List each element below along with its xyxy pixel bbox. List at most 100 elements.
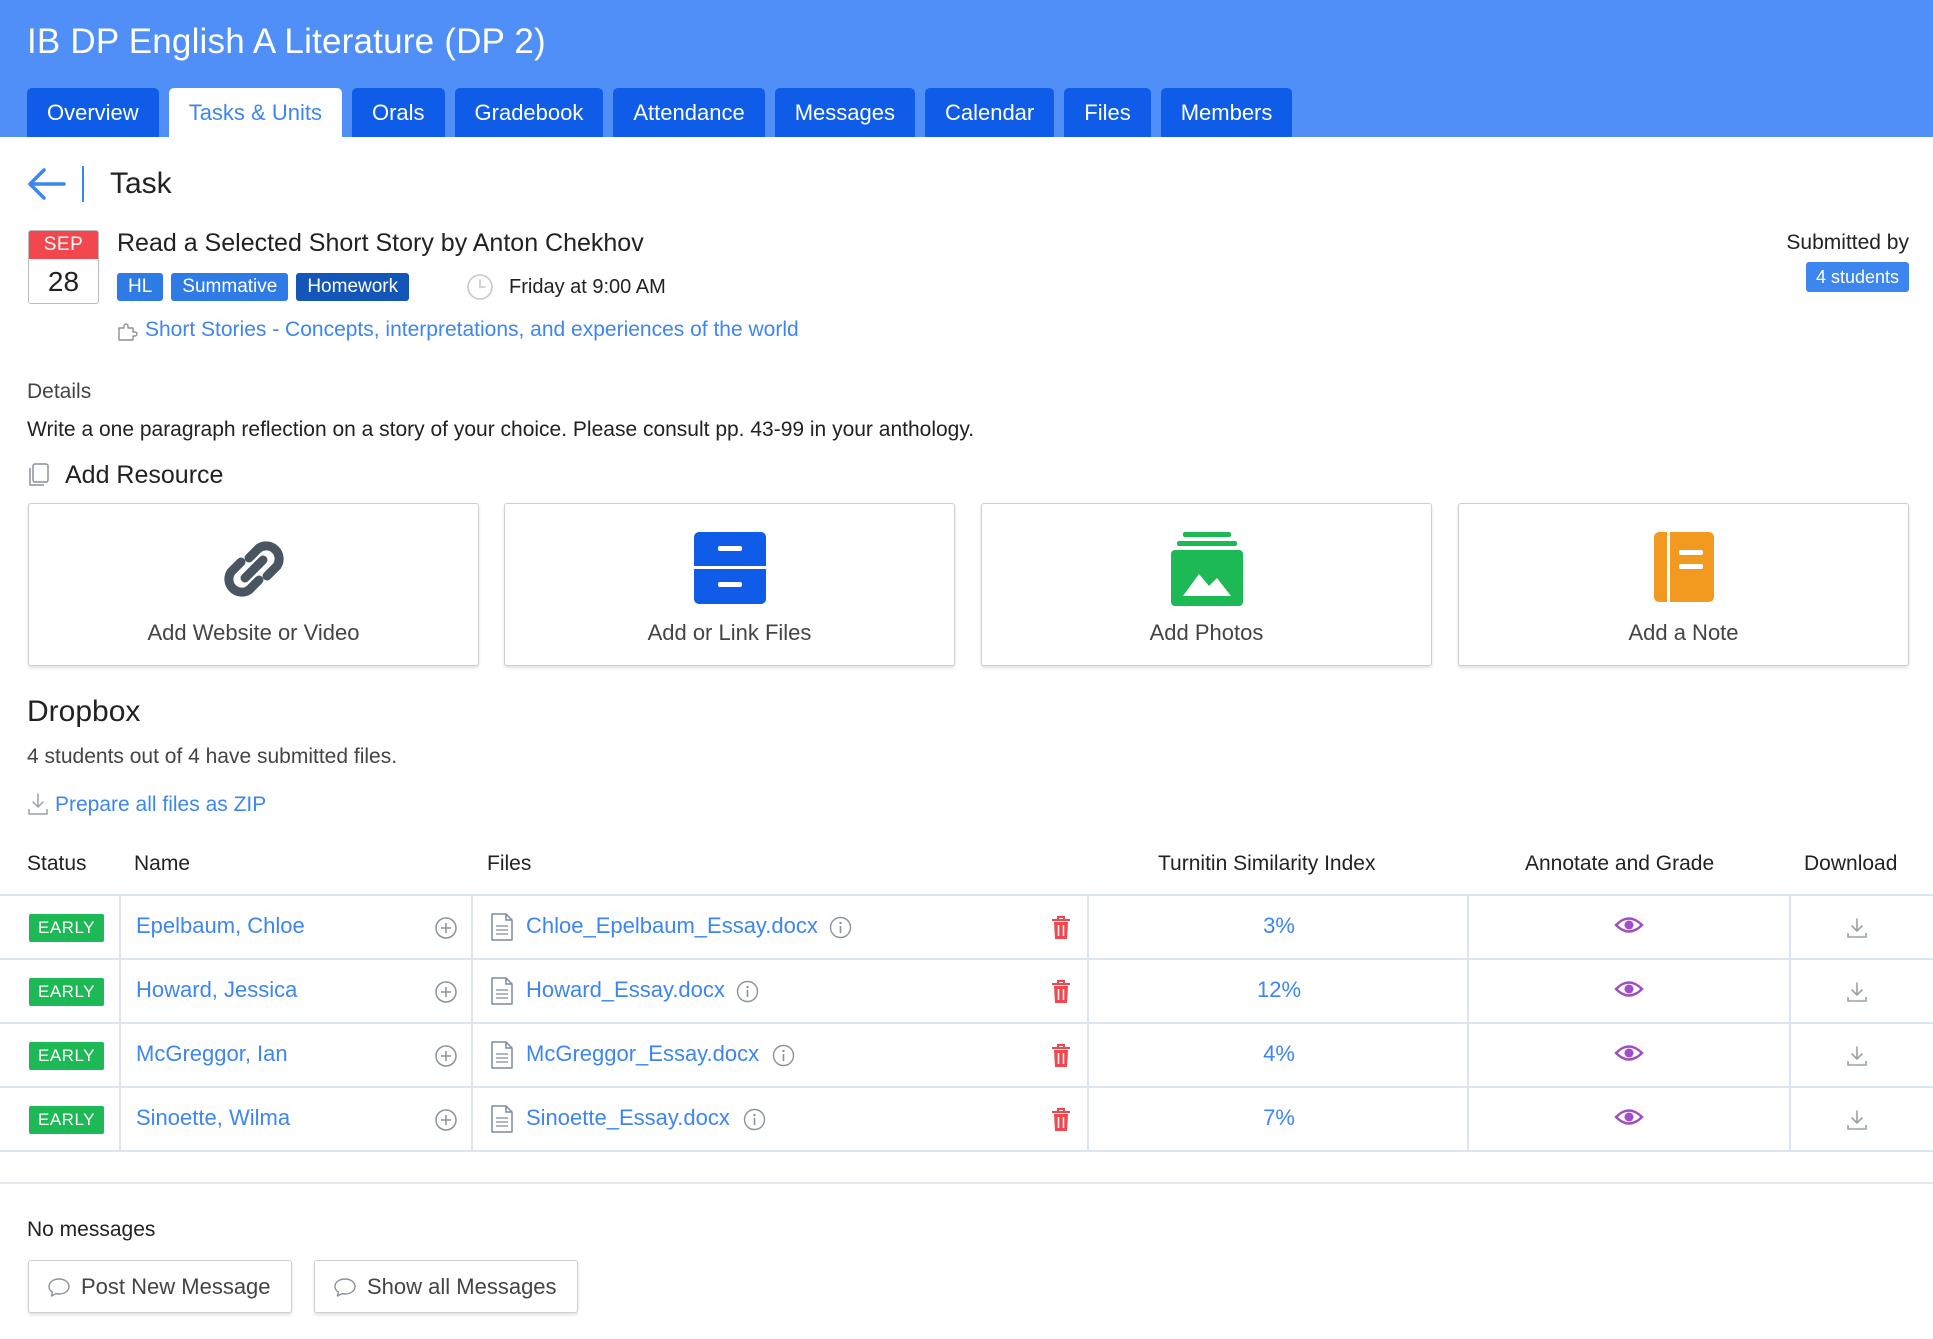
trash-icon[interactable]: [1050, 1043, 1072, 1069]
student-name-link[interactable]: McGreggor, Ian: [136, 1041, 288, 1067]
add-files-card[interactable]: Add or Link Files: [504, 503, 955, 666]
add-photos-label: Add Photos: [1149, 620, 1264, 645]
note-icon: [1653, 532, 1714, 602]
tab-messages[interactable]: Messages: [774, 88, 915, 137]
eye-icon[interactable]: [1614, 978, 1644, 1000]
prepare-zip-link[interactable]: Prepare all files as ZIP: [55, 793, 266, 817]
trash-icon[interactable]: [1050, 979, 1072, 1005]
course-title: IB DP English A Literature (DP 2): [27, 22, 546, 61]
trash-icon[interactable]: [1050, 1107, 1072, 1133]
download-zip-icon: [28, 793, 48, 815]
tab-gradebook[interactable]: Gradebook: [454, 88, 604, 137]
column-files: Files: [487, 852, 532, 875]
column-divider: [1467, 896, 1469, 1152]
similarity-index[interactable]: 4%: [1089, 1041, 1469, 1067]
show-all-messages-button[interactable]: Show all Messages: [314, 1260, 578, 1313]
tab-attendance[interactable]: Attendance: [613, 88, 765, 137]
column-download: Download: [1804, 852, 1898, 875]
details-label: Details: [27, 380, 92, 403]
info-icon[interactable]: [829, 916, 852, 939]
due-date-day: 28: [47, 266, 80, 297]
details-text: Write a one paragraph reflection on a st…: [27, 418, 975, 441]
due-date-month: SEP: [29, 231, 98, 259]
submitted-count-badge[interactable]: 4 students: [1805, 262, 1909, 292]
level-badge: HL: [117, 273, 164, 301]
eye-icon[interactable]: [1614, 1042, 1644, 1064]
download-icon[interactable]: [1846, 1044, 1868, 1068]
due-time: Friday at 9:00 AM: [509, 276, 666, 298]
tab-files[interactable]: Files: [1064, 88, 1151, 137]
status-badge: EARLY: [29, 914, 104, 942]
column-name: Name: [134, 852, 191, 875]
status-badge: EARLY: [29, 1106, 104, 1134]
document-icon: [491, 913, 513, 941]
unit-link[interactable]: Short Stories - Concepts, interpretation…: [145, 318, 799, 342]
similarity-index[interactable]: 3%: [1089, 913, 1469, 939]
trash-icon[interactable]: [1050, 915, 1072, 941]
tab-orals[interactable]: Orals: [351, 88, 445, 137]
column-similarity: Turnitin Similarity Index: [1158, 852, 1376, 875]
course-tabs: Overview Tasks & Units Orals Gradebook A…: [27, 88, 1293, 137]
document-icon: [491, 1041, 513, 1069]
similarity-index[interactable]: 7%: [1089, 1105, 1469, 1131]
tab-tasks-units[interactable]: Tasks & Units: [168, 88, 342, 137]
info-icon[interactable]: [736, 980, 759, 1003]
dropbox-summary: 4 students out of 4 have submitted files…: [27, 745, 398, 768]
table-row: EARLY Howard, Jessica Howard_Essay.docx …: [0, 960, 1933, 1024]
page-title: Task: [110, 167, 172, 200]
student-name-link[interactable]: Epelbaum, Chloe: [136, 913, 305, 939]
link-icon: [223, 541, 284, 597]
add-circle-icon[interactable]: [434, 980, 458, 1004]
resource-copy-icon: [29, 463, 49, 486]
similarity-index[interactable]: 12%: [1089, 977, 1469, 1003]
add-website-label: Add Website or Video: [147, 620, 360, 645]
document-icon: [491, 977, 513, 1005]
info-icon[interactable]: [772, 1044, 795, 1067]
course-header: IB DP English A Literature (DP 2) Overvi…: [0, 0, 1933, 137]
back-arrow-icon[interactable]: [26, 166, 66, 202]
file-cabinet-icon: [693, 532, 766, 604]
photos-icon: [1170, 532, 1243, 606]
tab-overview[interactable]: Overview: [27, 88, 159, 137]
document-icon: [491, 1105, 513, 1133]
column-status: Status: [27, 852, 87, 875]
column-divider: [1087, 896, 1089, 1152]
download-icon[interactable]: [1846, 1108, 1868, 1132]
column-annotate: Annotate and Grade: [1525, 852, 1715, 875]
section-divider: [0, 1182, 1933, 1184]
file-link[interactable]: Howard_Essay.docx: [526, 977, 725, 1003]
download-icon[interactable]: [1846, 916, 1868, 940]
post-new-message-button[interactable]: Post New Message: [28, 1260, 292, 1313]
eye-icon[interactable]: [1614, 914, 1644, 936]
add-resource-heading: Add Resource: [65, 461, 224, 489]
status-badge: EARLY: [29, 1042, 104, 1070]
eye-icon[interactable]: [1614, 1106, 1644, 1128]
no-messages-text: No messages: [27, 1218, 156, 1241]
add-circle-icon[interactable]: [434, 1108, 458, 1132]
tab-members[interactable]: Members: [1160, 88, 1293, 137]
add-note-card[interactable]: Add a Note: [1458, 503, 1909, 666]
add-photos-card[interactable]: Add Photos: [981, 503, 1432, 666]
add-circle-icon[interactable]: [434, 916, 458, 940]
tab-calendar[interactable]: Calendar: [924, 88, 1055, 137]
student-name-link[interactable]: Sinoette, Wilma: [136, 1105, 290, 1131]
clock-icon: [467, 274, 493, 300]
file-link[interactable]: McGreggor_Essay.docx: [526, 1041, 759, 1067]
task-title: Read a Selected Short Story by Anton Che…: [117, 229, 644, 257]
download-icon[interactable]: [1846, 980, 1868, 1004]
student-name-link[interactable]: Howard, Jessica: [136, 977, 297, 1003]
add-circle-icon[interactable]: [434, 1044, 458, 1068]
add-files-label: Add or Link Files: [647, 620, 812, 645]
add-note-label: Add a Note: [1628, 620, 1739, 645]
file-link[interactable]: Chloe_Epelbaum_Essay.docx: [526, 913, 818, 939]
column-divider: [1789, 896, 1791, 1152]
task-badges: HL Summative Homework: [117, 273, 410, 301]
info-icon[interactable]: [743, 1108, 766, 1131]
add-website-card[interactable]: Add Website or Video: [28, 503, 479, 666]
table-row: EARLY McGreggor, Ian McGreggor_Essay.doc…: [0, 1024, 1933, 1088]
file-link[interactable]: Sinoette_Essay.docx: [526, 1105, 730, 1131]
speech-bubble-icon: [48, 1277, 70, 1297]
dropbox-title: Dropbox: [27, 695, 141, 728]
table-row: EARLY Sinoette, Wilma Sinoette_Essay.doc…: [0, 1088, 1933, 1152]
table-row: EARLY Epelbaum, Chloe Chloe_Epelbaum_Ess…: [0, 896, 1933, 960]
